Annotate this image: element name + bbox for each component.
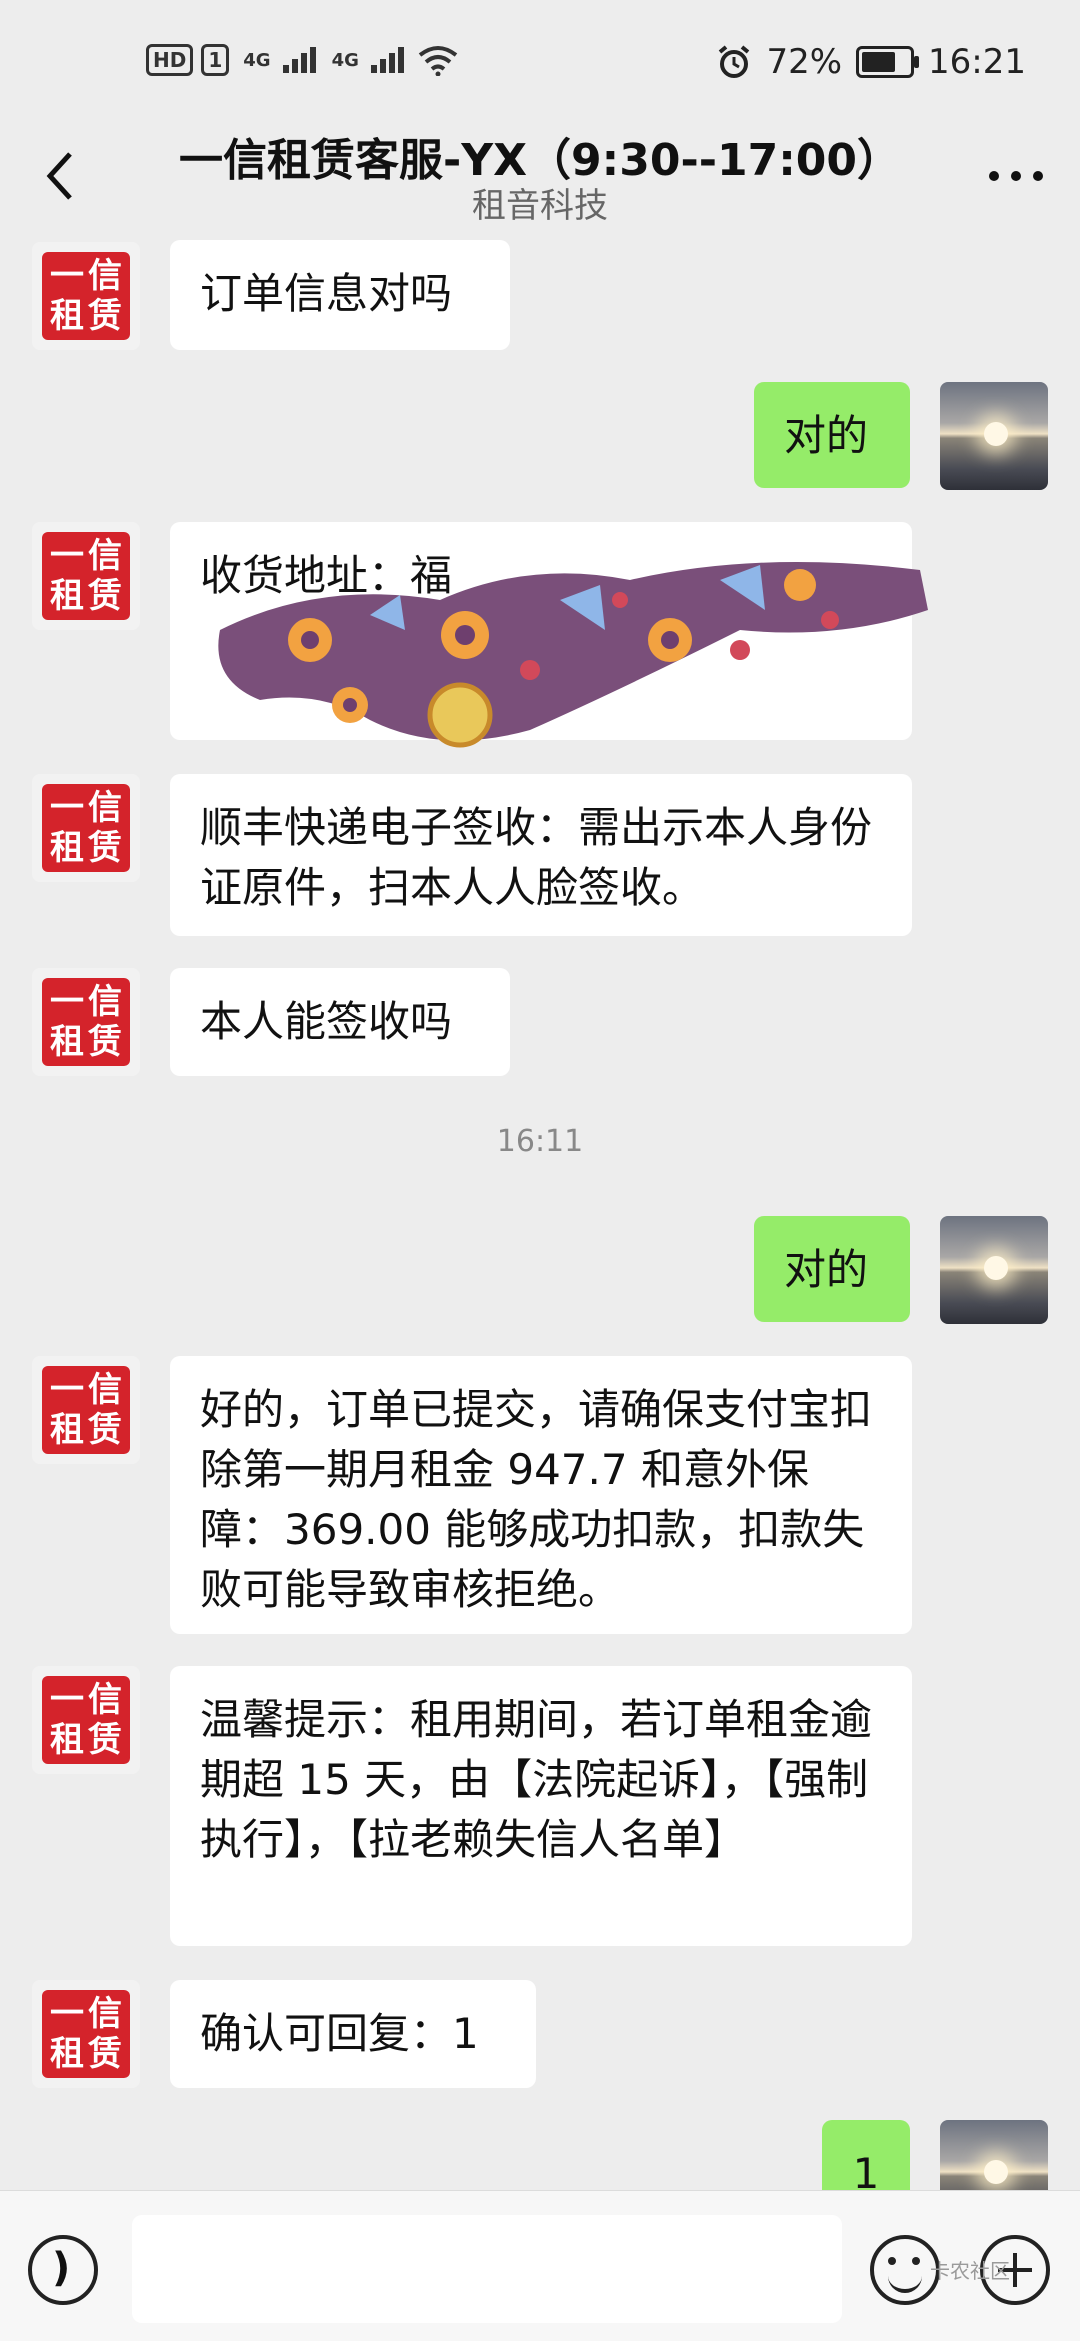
- contact-avatar[interactable]: 一信租赁: [32, 968, 140, 1076]
- watermark: 卡农社区: [930, 2259, 1010, 2283]
- battery-fill: [862, 52, 896, 72]
- contact-avatar[interactable]: 一信租赁: [32, 242, 140, 350]
- status-right: 72% 16:21: [716, 42, 1026, 82]
- status-bar: HD 1 4G 4G 72% 16:21: [0, 0, 1080, 118]
- message-bubble-in[interactable]: 确认可回复：1: [170, 1980, 536, 2088]
- my-avatar[interactable]: [940, 1216, 1048, 1324]
- battery-icon: [856, 46, 920, 78]
- contact-avatar[interactable]: 一信租赁: [32, 522, 140, 630]
- message-bubble-in[interactable]: 本人能签收吗: [170, 968, 510, 1076]
- network-type-1: 4G: [243, 49, 271, 71]
- signal-icon-2: [370, 47, 404, 73]
- voice-input-button[interactable]: [28, 2235, 98, 2305]
- message-bubble-in[interactable]: 温馨提示：租用期间，若订单租金逾期超 15 天，由【法院起诉】，【强制执行】，【…: [170, 1666, 912, 1946]
- contact-avatar[interactable]: 一信租赁: [32, 1356, 140, 1464]
- sim-indicator: 1: [201, 44, 230, 76]
- hd-indicator: HD: [146, 44, 194, 76]
- input-bar: 卡农社区: [0, 2190, 1080, 2341]
- status-left: HD 1 4G 4G: [146, 44, 458, 76]
- clock: 16:21: [928, 42, 1026, 82]
- contact-avatar[interactable]: 一信租赁: [32, 774, 140, 882]
- network-type-2: 4G: [331, 49, 359, 71]
- timestamp: 16:11: [496, 1124, 584, 1159]
- contact-avatar[interactable]: 一信租赁: [32, 1980, 140, 2088]
- wifi-icon: [418, 46, 458, 76]
- chat-subtitle: 租音科技: [472, 186, 608, 226]
- message-input[interactable]: [132, 2215, 842, 2323]
- message-bubble-in[interactable]: 顺丰快递电子签收：需出示本人身份证原件，扫本人人脸签收。: [170, 774, 912, 936]
- message-bubble-in[interactable]: 订单信息对吗: [170, 240, 510, 350]
- message-bubble-out[interactable]: 对的: [754, 382, 910, 488]
- more-options-button[interactable]: [986, 146, 1046, 197]
- more-icon: [989, 171, 1043, 181]
- my-avatar[interactable]: [940, 382, 1048, 490]
- chat-header: 一信租赁客服-YX（9:30--17:00） 租音科技: [0, 118, 1080, 238]
- signal-icon: [282, 47, 316, 73]
- alarm-icon: [719, 45, 750, 78]
- battery-percent: 72%: [766, 42, 843, 82]
- message-bubble-out[interactable]: 对的: [754, 1216, 910, 1322]
- redaction-scribble: [218, 562, 928, 748]
- contact-avatar[interactable]: 一信租赁: [32, 1666, 140, 1774]
- message-bubble-in[interactable]: 好的，订单已提交，请确保支付宝扣除第一期月租金 947.7 和意外保障：369.…: [170, 1356, 912, 1634]
